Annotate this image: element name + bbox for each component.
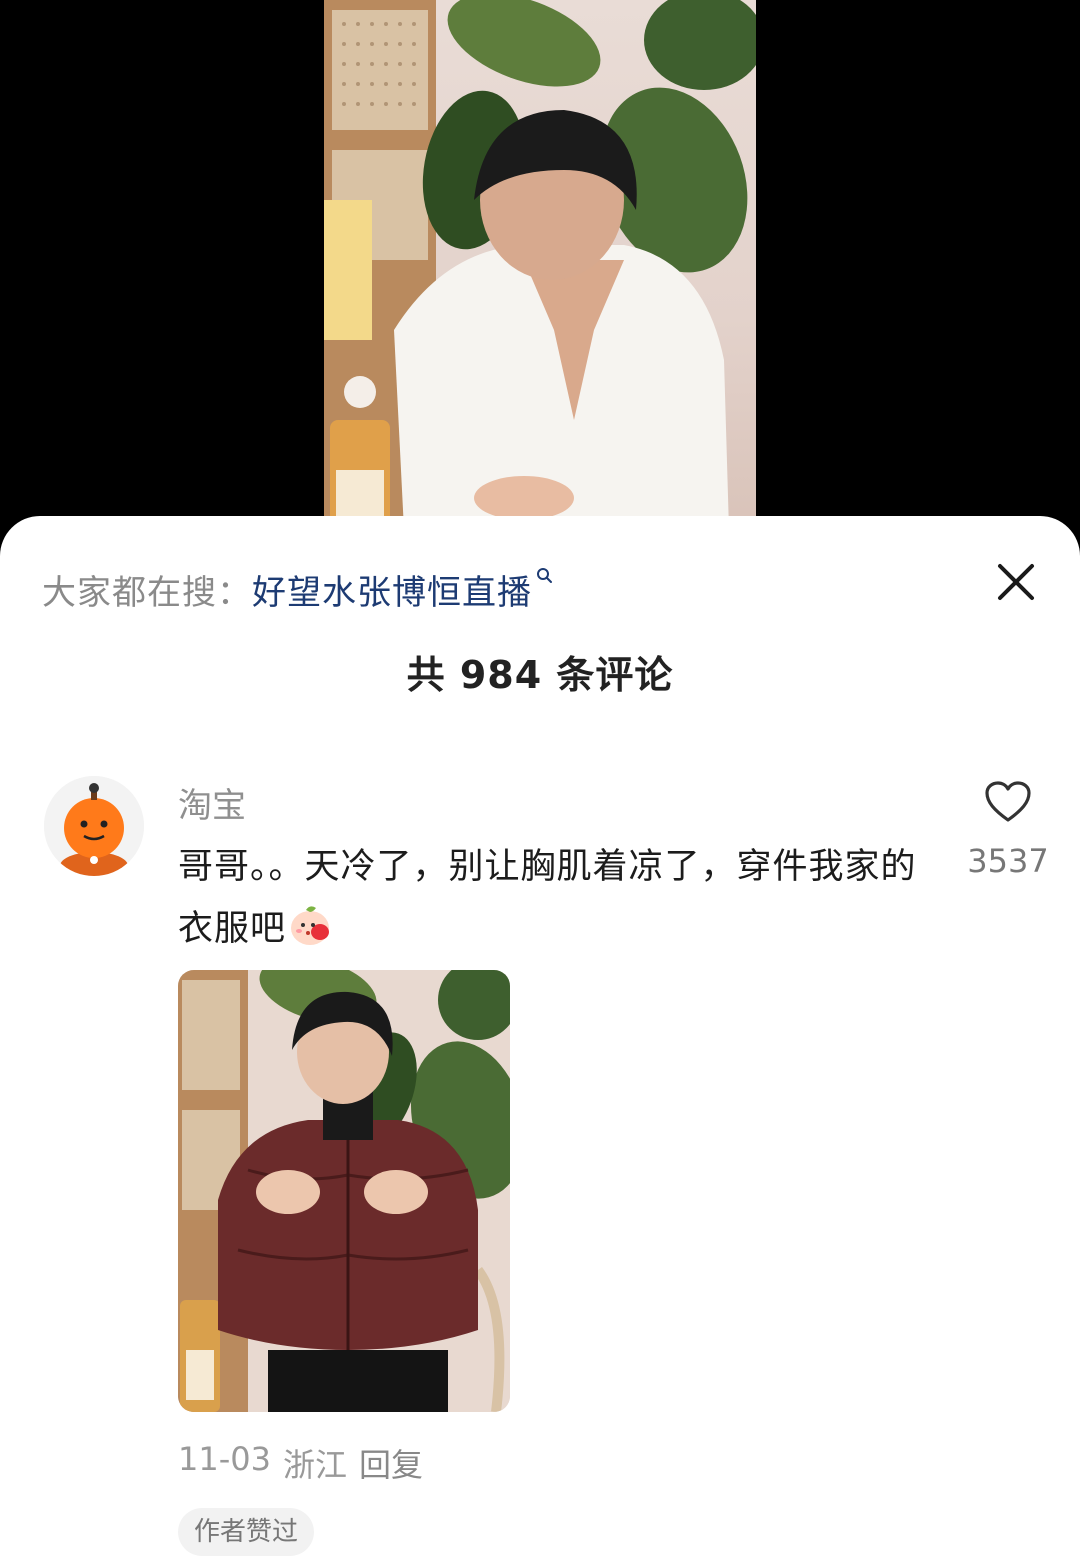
search-icon [534, 564, 556, 594]
close-button[interactable] [994, 560, 1038, 604]
author-liked-badge: 作者赞过 [178, 1508, 315, 1556]
comment-photo [178, 970, 510, 1412]
comment-date: 11-03 [178, 1440, 271, 1478]
like-button[interactable] [984, 780, 1032, 824]
comment-author[interactable]: 淘宝 [178, 778, 246, 827]
search-suggestion-prefix: 大家都在搜： [42, 572, 252, 613]
search-suggestion-query[interactable]: 好望水张博恒直播 [252, 565, 532, 614]
like-count: 3537 [967, 842, 1049, 880]
comment-sheet: 大家都在搜： 好望水张博恒直播 共 984 条评论 淘宝 哥哥。。天冷了，别让胸… [0, 516, 1080, 1562]
reply-button[interactable]: 回复 [359, 1440, 423, 1486]
peach-blush-emoji-icon [286, 900, 334, 948]
comment-text: 哥哥。。天冷了，别让胸肌着凉了，穿件我家的衣服吧 [178, 836, 938, 960]
comment-count-title: 共 984 条评论 [406, 653, 674, 697]
video-frame-image [324, 0, 756, 530]
heart-outline-icon [985, 781, 1031, 822]
close-icon [998, 564, 1034, 600]
app-screen: 大家都在搜： 好望水张博恒直播 共 984 条评论 淘宝 哥哥。。天冷了，别让胸… [0, 0, 1080, 1562]
video-player[interactable] [324, 0, 756, 530]
taobao-mascot-avatar-icon [44, 776, 144, 876]
comment-location: 浙江 [282, 1446, 347, 1484]
comment-image[interactable] [178, 970, 510, 1412]
avatar[interactable] [44, 776, 144, 876]
search-suggestion[interactable]: 大家都在搜： 好望水张博恒直播 [42, 564, 556, 614]
comment-meta: 11-03 浙江 回复 [178, 1440, 423, 1486]
